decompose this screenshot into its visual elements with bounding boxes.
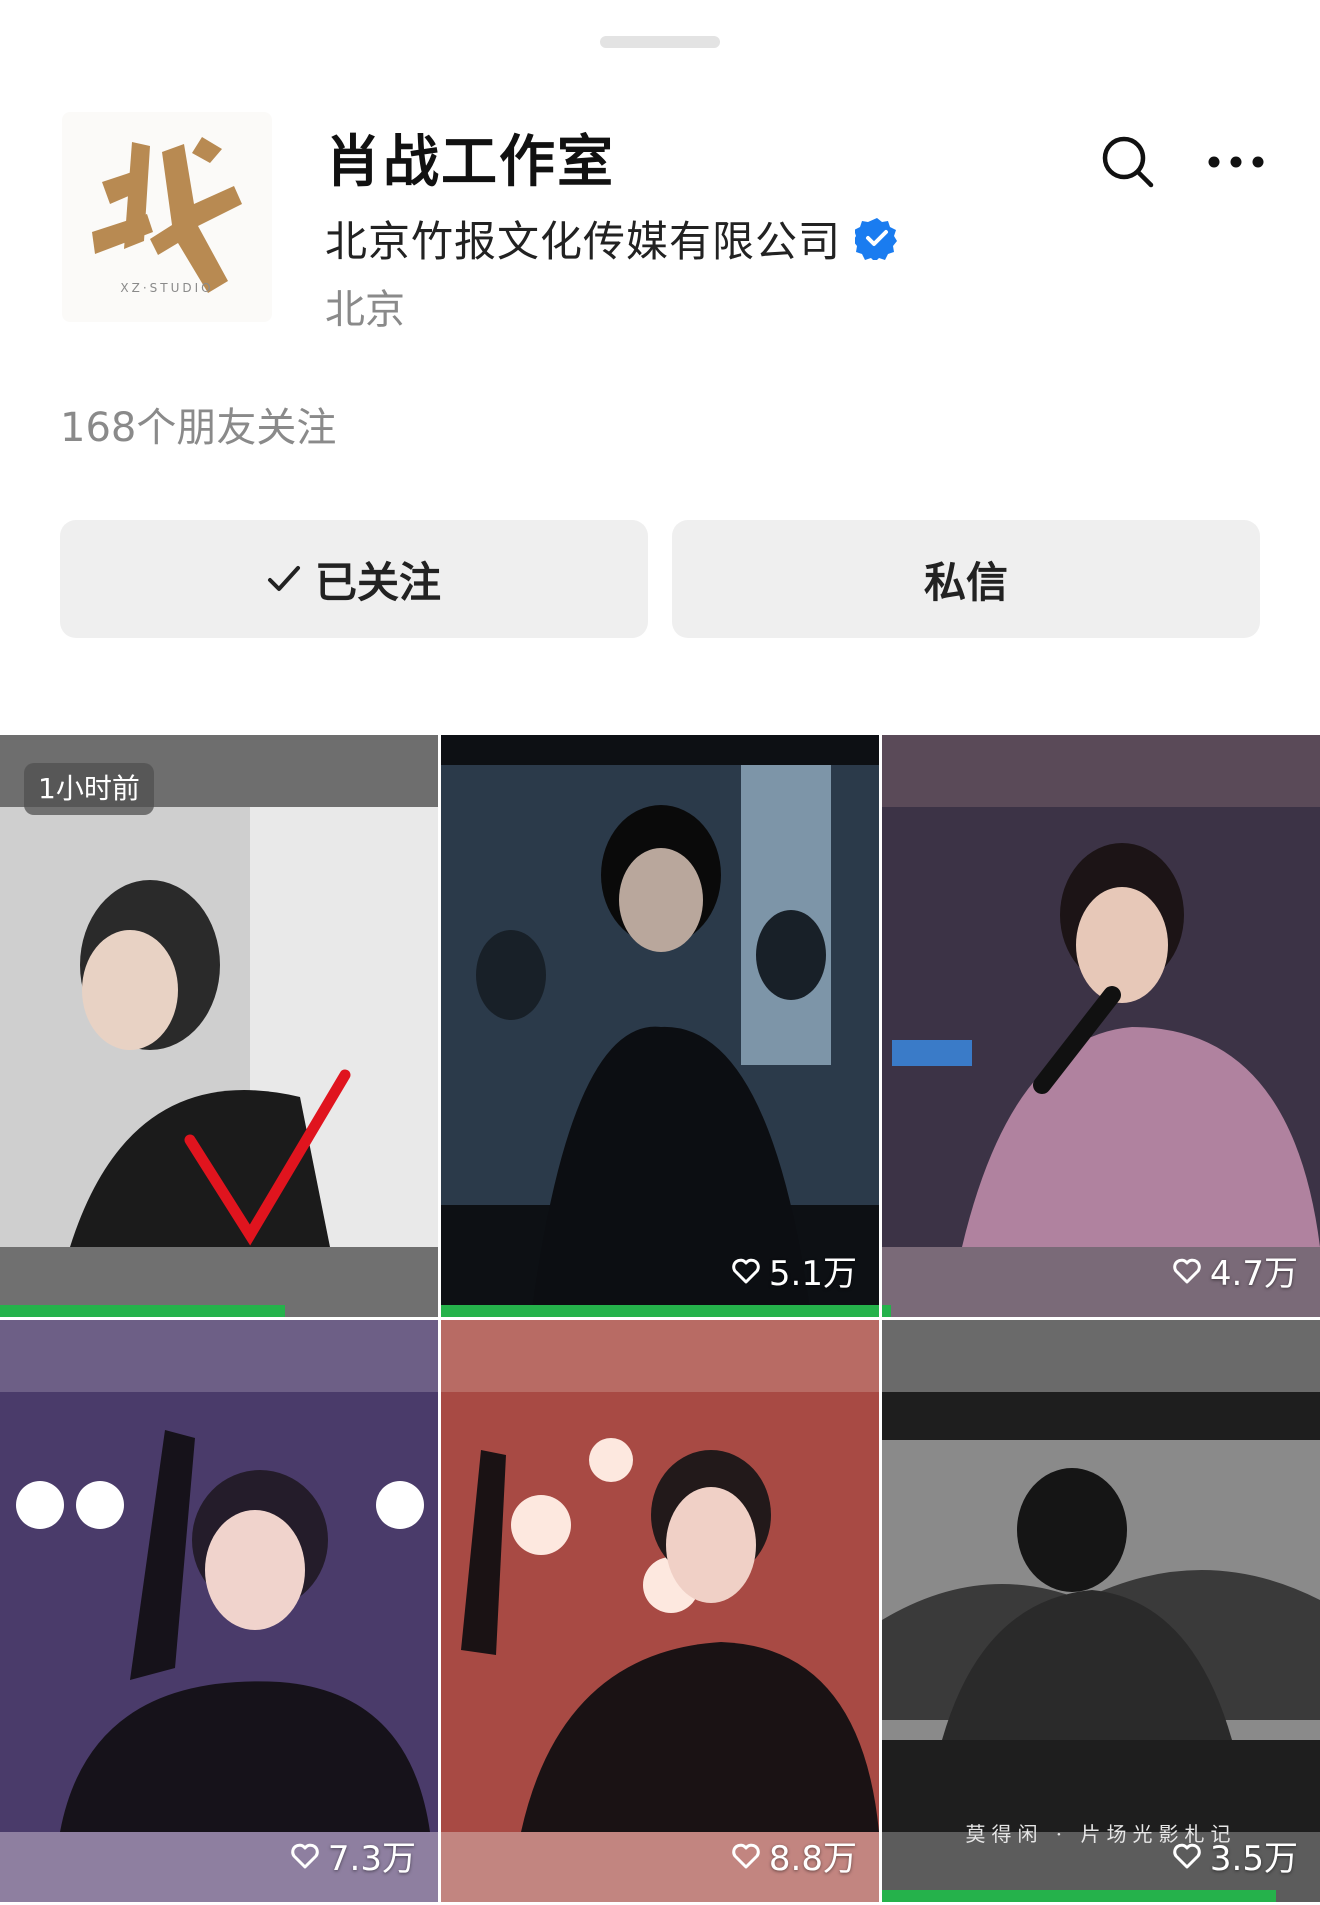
message-button[interactable]: 私信 [672,520,1260,638]
more-button[interactable] [1200,126,1272,198]
message-label: 私信 [923,557,1008,607]
search-icon [1102,136,1154,188]
video-tile[interactable]: 4.7万 [882,735,1320,1317]
heart-icon [732,1258,760,1283]
video-thumbnail [882,1320,1320,1902]
likes-value: 7.3万 [327,1839,416,1879]
sheet-grabber[interactable] [600,36,720,48]
avatar[interactable]: XZ·STUDIO [62,112,272,322]
svg-text:XZ·STUDIO: XZ·STUDIO [120,281,213,295]
watch-progress-bar [882,1890,1277,1902]
video-thumbnail [441,1320,879,1902]
heart-icon [732,1843,760,1868]
profile-sheet: XZ·STUDIO 肖战工作室 北京竹报文化传媒有限公司 北京 168个朋友关注… [0,0,1320,1905]
video-thumbnail [882,735,1320,1317]
likes-value: 8.8万 [768,1839,857,1879]
video-tile[interactable]: 莫得闲 · 片场光影札记 3.5万 [882,1320,1320,1902]
heart-icon [291,1843,319,1868]
likes-count: 8.8万 [731,1831,857,1880]
likes-count: 3.5万 [1172,1831,1298,1880]
video-tile[interactable]: 8.8万 [441,1320,879,1902]
likes-value: 5.1万 [768,1254,857,1294]
company-name: 北京竹报文化传媒有限公司 [325,216,842,266]
likes-value: 4.7万 [1209,1254,1298,1294]
followed-button[interactable]: 已关注 [60,520,648,638]
video-tile[interactable]: 1小时前 [0,735,438,1317]
heart-icon [1173,1258,1201,1283]
check-icon [267,566,300,591]
likes-count: 5.1万 [731,1246,857,1295]
video-tile[interactable]: 5.1万 [441,735,879,1317]
followed-label: 已关注 [314,557,441,607]
search-button[interactable] [1092,126,1164,198]
video-grid: 1小时前 5.1万 4.7万 7.3万 8.8万 莫得闲 · 片场光影札记 3.… [0,735,1320,1905]
xz-studio-logo-icon: XZ·STUDIO [92,137,242,295]
watch-progress-bar [441,1305,879,1317]
likes-value: 3.5万 [1209,1839,1298,1879]
profile-name: 肖战工作室 [325,130,615,195]
friends-following[interactable]: 168个朋友关注 [60,395,336,453]
company-row: 北京竹报文化传媒有限公司 [325,210,899,266]
watch-progress-bar [882,1305,891,1317]
likes-count: 4.7万 [1172,1246,1298,1295]
video-thumbnail [441,735,879,1317]
location: 北京 [325,287,405,333]
verified-icon [855,218,898,260]
video-tile[interactable]: 7.3万 [0,1320,438,1902]
video-thumbnail [0,1320,438,1902]
heart-icon [1173,1843,1201,1868]
more-icon [1208,156,1264,168]
watch-progress-bar [0,1305,285,1317]
likes-count: 7.3万 [290,1831,416,1880]
time-badge: 1小时前 [24,763,154,815]
video-thumbnail [0,735,438,1317]
